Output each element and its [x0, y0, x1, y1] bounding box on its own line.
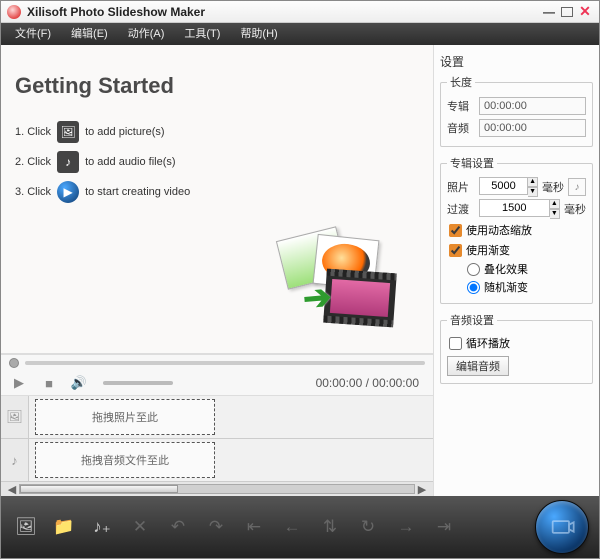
album-settings-legend: 专辑设置: [447, 155, 497, 171]
menu-tool[interactable]: 工具(T): [174, 23, 230, 45]
add-photo-button[interactable]: 🖼: [11, 512, 41, 542]
timeline-scrollbar[interactable]: ◀ ▶: [1, 482, 433, 496]
refresh-button[interactable]: ↻: [353, 512, 383, 542]
seek-track[interactable]: [25, 361, 425, 365]
loop-playback-label: 循环播放: [466, 335, 510, 351]
close-button[interactable]: ✕: [577, 5, 593, 19]
transition-duration-input[interactable]: [479, 199, 550, 217]
album-length-label: 专辑: [447, 98, 475, 114]
getting-started-heading: Getting Started: [15, 73, 419, 99]
add-music-button[interactable]: ♪₊: [87, 512, 117, 542]
stack-effect-label: 叠化效果: [484, 261, 528, 277]
timeline-audio-track-icon: ♪: [1, 439, 28, 481]
menu-action[interactable]: 动作(A): [118, 23, 175, 45]
move-left-button[interactable]: ←: [277, 512, 307, 542]
seek-thumb[interactable]: [9, 358, 19, 368]
trans-up-button[interactable]: ▲: [550, 199, 560, 209]
step-3: 3. Click ▶ to start creating video: [15, 177, 419, 207]
audio-length-value: 00:00:00: [479, 119, 586, 137]
play-button[interactable]: ▶: [9, 373, 29, 393]
trans-down-button[interactable]: ▼: [550, 209, 560, 219]
step-3-post: to start creating video: [85, 186, 190, 198]
timeline-photo-track-icon: 🖼: [1, 396, 28, 439]
titlebar: Xilisoft Photo Slideshow Maker — ✕: [1, 1, 599, 23]
redo-button[interactable]: ↷: [201, 512, 231, 542]
audio-track[interactable]: 拖拽音频文件至此: [29, 439, 433, 481]
photo-unit: 毫秒: [542, 179, 564, 195]
menu-edit[interactable]: 编辑(E): [61, 23, 118, 45]
loop-playback-checkbox[interactable]: [449, 337, 462, 350]
stack-effect-radio[interactable]: [467, 263, 480, 276]
volume-icon[interactable]: 🔊: [69, 373, 89, 393]
dynamic-zoom-label: 使用动态缩放: [466, 222, 532, 238]
music-note-button[interactable]: ♪: [568, 178, 586, 196]
menu-help[interactable]: 帮助(H): [230, 23, 287, 45]
create-video-button[interactable]: [535, 500, 589, 554]
album-settings-fieldset: 专辑设置 照片 ▲▼ 毫秒 ♪ 过渡 ▲▼ 毫秒 使用动态缩放 使用渐变: [440, 155, 593, 304]
album-length-value: 00:00:00: [479, 97, 586, 115]
photo-dropzone[interactable]: 拖拽照片至此: [35, 399, 215, 435]
settings-panel: 设置 长度 专辑 00:00:00 音频 00:00:00 专辑设置 照片 ▲▼…: [433, 45, 599, 496]
volume-slider[interactable]: [103, 381, 173, 385]
length-fieldset: 长度 专辑 00:00:00 音频 00:00:00: [440, 74, 593, 147]
add-audio-icon: ♪: [57, 151, 79, 173]
use-gradient-checkbox[interactable]: [449, 244, 462, 257]
scroll-left-button[interactable]: ◀: [5, 483, 19, 496]
step-2-post: to add audio file(s): [85, 156, 176, 168]
step-3-pre: 3. Click: [15, 186, 51, 198]
audio-length-label: 音频: [447, 120, 475, 136]
swap-button[interactable]: ⇅: [315, 512, 345, 542]
move-right-button[interactable]: →: [391, 512, 421, 542]
step-1: 1. Click 🖼 to add picture(s): [15, 117, 419, 147]
timeline: 🖼 ♪ 拖拽照片至此 拖拽音频文件至此: [1, 396, 433, 482]
step-2-pre: 2. Click: [15, 156, 51, 168]
stop-button[interactable]: ■: [39, 373, 59, 393]
photo-duration-label: 照片: [447, 179, 475, 195]
audio-dropzone[interactable]: 拖拽音频文件至此: [35, 442, 215, 478]
audio-settings-legend: 音频设置: [447, 312, 497, 328]
create-video-icon: ▶: [57, 181, 79, 203]
step-1-post: to add picture(s): [85, 126, 164, 138]
settings-header: 设置: [440, 53, 593, 70]
delete-button[interactable]: ✕: [125, 512, 155, 542]
photo-up-button[interactable]: ▲: [528, 177, 538, 187]
window-title: Xilisoft Photo Slideshow Maker: [27, 5, 537, 19]
audio-settings-fieldset: 音频设置 循环播放 编辑音频: [440, 312, 593, 384]
menu-file[interactable]: 文件(F): [5, 23, 61, 45]
bottom-toolbar: 🖼 📁 ♪₊ ✕ ↶ ↷ ⇤ ← ⇅ ↻ → ⇥: [1, 496, 599, 558]
move-start-button[interactable]: ⇤: [239, 512, 269, 542]
add-pictures-icon: 🖼: [57, 121, 79, 143]
maximize-button[interactable]: [561, 7, 573, 17]
use-gradient-label: 使用渐变: [466, 242, 510, 258]
timecode: 00:00:00 / 00:00:00: [316, 376, 425, 390]
preview-area: Getting Started 1. Click 🖼 to add pictur…: [1, 45, 433, 354]
edit-audio-button[interactable]: 编辑音频: [447, 356, 509, 376]
photo-down-button[interactable]: ▼: [528, 187, 538, 197]
step-1-pre: 1. Click: [15, 126, 51, 138]
photo-track[interactable]: 拖拽照片至此: [29, 396, 433, 439]
transition-unit: 毫秒: [564, 201, 586, 217]
app-icon: [7, 5, 21, 19]
transition-duration-label: 过渡: [447, 201, 475, 217]
move-end-button[interactable]: ⇥: [429, 512, 459, 542]
random-gradient-label: 随机渐变: [484, 279, 528, 295]
scroll-thumb[interactable]: [20, 485, 178, 493]
dynamic-zoom-checkbox[interactable]: [449, 224, 462, 237]
menubar: 文件(F) 编辑(E) 动作(A) 工具(T) 帮助(H): [1, 23, 599, 45]
minimize-button[interactable]: —: [541, 5, 557, 19]
photo-duration-input[interactable]: [479, 177, 528, 195]
seek-bar[interactable]: [1, 355, 433, 371]
undo-button[interactable]: ↶: [163, 512, 193, 542]
preview-collage: ➔: [273, 233, 403, 333]
playback-bar: ▶ ■ 🔊 00:00:00 / 00:00:00: [1, 354, 433, 396]
random-gradient-radio[interactable]: [467, 281, 480, 294]
scroll-right-button[interactable]: ▶: [415, 483, 429, 496]
add-folder-button[interactable]: 📁: [49, 512, 79, 542]
length-legend: 长度: [447, 74, 475, 90]
step-2: 2. Click ♪ to add audio file(s): [15, 147, 419, 177]
